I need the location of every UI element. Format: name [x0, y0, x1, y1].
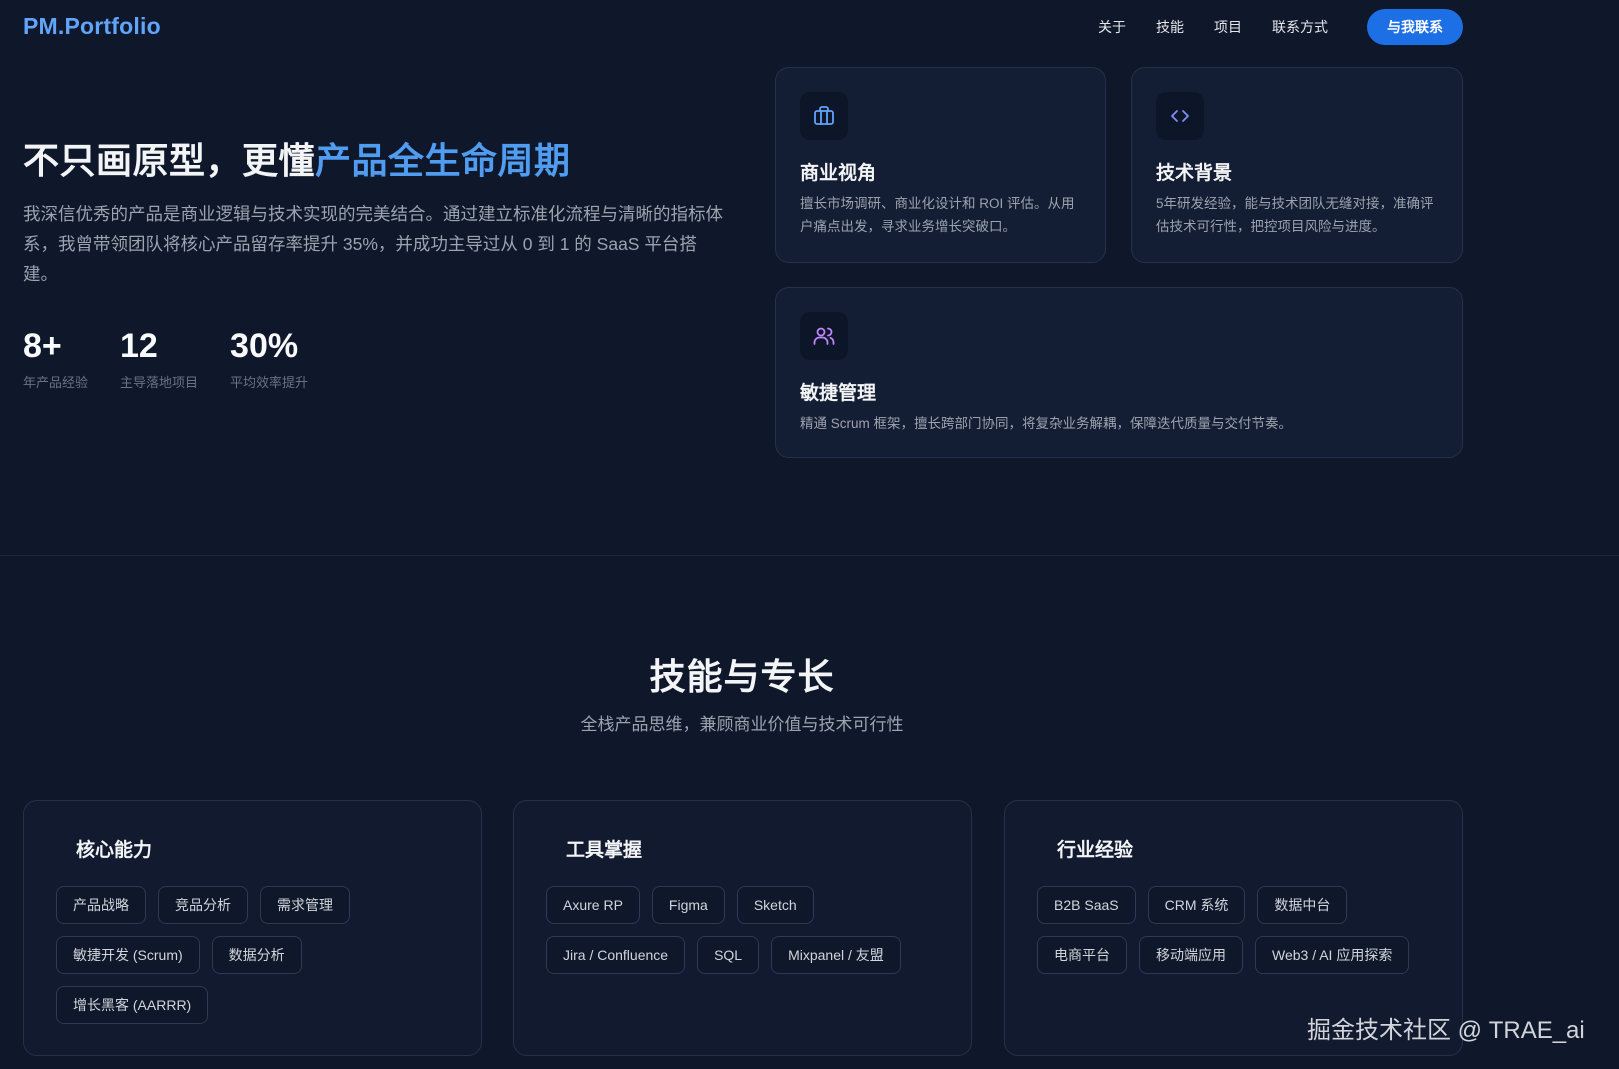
- stat-value: 12: [120, 327, 158, 365]
- nav-link-projects[interactable]: 项目: [1214, 17, 1242, 37]
- feature-card-tech: 技术背景 5年研发经验，能与技术团队无缝对接，准确评估技术可行性，把控项目风险与…: [1131, 67, 1463, 263]
- card-description: 擅长市场调研、商业化设计和 ROI 评估。从用户痛点出发，寻求业务增长突破口。: [800, 196, 1075, 234]
- skill-tag[interactable]: Mixpanel / 友盟: [771, 936, 901, 974]
- nav-link-contact[interactable]: 联系方式: [1272, 17, 1328, 37]
- skill-tag[interactable]: 需求管理: [260, 886, 350, 924]
- hero-title: 不只画原型，更懂产品全生命周期: [23, 132, 571, 184]
- nav-links: 关于 技能 项目 联系方式: [1098, 17, 1358, 37]
- stat-label: 平均效率提升: [230, 375, 309, 390]
- briefcase-icon: [800, 92, 848, 140]
- hero-description: 我深信优秀的产品是商业逻辑与技术实现的完美结合。通过建立标准化流程与清晰的指标体…: [23, 204, 723, 284]
- skill-card-tools: 工具掌握 Axure RP Figma Sketch Jira / Conflu…: [513, 800, 972, 1056]
- skill-tag[interactable]: B2B SaaS: [1037, 886, 1136, 924]
- card-title: 技术背景: [1156, 163, 1233, 184]
- skill-tag[interactable]: 数据中台: [1257, 886, 1348, 924]
- logo[interactable]: PM.Portfolio: [23, 13, 161, 40]
- skill-tag[interactable]: 移动端应用: [1139, 936, 1243, 974]
- stat-projects: 12 主导落地项目: [120, 326, 198, 391]
- skill-card-title: 工具掌握: [566, 840, 643, 861]
- skill-card-core: 核心能力 产品战略 竞品分析 需求管理 敏捷开发 (Scrum) 数据分析 增长…: [23, 800, 482, 1056]
- card-title: 商业视角: [800, 163, 877, 184]
- skill-tag[interactable]: 数据分析: [211, 936, 302, 974]
- stat-value: 8+: [23, 327, 62, 365]
- skill-card-title: 行业经验: [1057, 840, 1134, 861]
- stat-label: 年产品经验: [23, 375, 89, 390]
- nav-link-skills[interactable]: 技能: [1156, 17, 1184, 37]
- stat-experience: 8+ 年产品经验: [23, 326, 88, 391]
- tag-list: Axure RP Figma Sketch Jira / Confluence …: [546, 886, 956, 986]
- card-description: 精通 Scrum 框架，擅长跨部门协同，将复杂业务解耦，保障迭代质量与交付节奏。: [800, 416, 1293, 431]
- stat-efficiency: 30% 平均效率提升: [230, 326, 308, 391]
- watermark: 掘金技术社区 @ TRAE_ai: [1307, 1017, 1585, 1044]
- skill-tag[interactable]: Axure RP: [546, 886, 640, 924]
- stats-row: 8+ 年产品经验 12 主导落地项目 30% 平均效率提升: [23, 326, 340, 391]
- skill-tag[interactable]: 竞品分析: [158, 886, 248, 924]
- users-icon: [800, 312, 848, 360]
- skill-tag[interactable]: Web3 / AI 应用探索: [1255, 936, 1410, 974]
- feature-card-business: 商业视角 擅长市场调研、商业化设计和 ROI 评估。从用户痛点出发，寻求业务增长…: [775, 67, 1106, 263]
- skill-tag[interactable]: Figma: [651, 886, 725, 924]
- hero-title-highlight: 产品全生命周期: [315, 140, 571, 181]
- contact-me-button[interactable]: 与我联系: [1367, 9, 1463, 45]
- card-description: 5年研发经验，能与技术团队无缝对接，准确评估技术可行性，把控项目风险与进度。: [1156, 196, 1434, 234]
- nav-link-about[interactable]: 关于: [1098, 17, 1126, 37]
- skills-section-title: 技能与专长: [649, 656, 835, 697]
- card-title: 敏捷管理: [800, 383, 877, 404]
- skill-tag[interactable]: SQL: [697, 936, 760, 974]
- top-nav: PM.Portfolio 关于 技能 项目 联系方式 与我联系: [0, 0, 1619, 54]
- feature-card-agile: 敏捷管理 精通 Scrum 框架，擅长跨部门协同，将复杂业务解耦，保障迭代质量与…: [775, 287, 1463, 458]
- section-divider: [0, 555, 1619, 556]
- stat-value: 30%: [230, 327, 299, 365]
- tag-list: 产品战略 竞品分析 需求管理 敏捷开发 (Scrum) 数据分析 增长黑客 (A…: [56, 886, 466, 1036]
- skill-card-title: 核心能力: [76, 840, 153, 861]
- skill-tag[interactable]: 电商平台: [1037, 936, 1127, 974]
- skill-tag[interactable]: 产品战略: [56, 886, 146, 924]
- skills-section-subtitle: 全栈产品思维，兼顾商业价值与技术可行性: [580, 715, 904, 734]
- stat-label: 主导落地项目: [120, 375, 199, 390]
- hero-title-plain: 不只画原型，更懂: [23, 140, 316, 181]
- skill-tag[interactable]: Jira / Confluence: [546, 936, 686, 974]
- code-icon: [1156, 92, 1204, 140]
- skill-tag[interactable]: Sketch: [736, 886, 814, 924]
- skill-tag[interactable]: 增长黑客 (AARRR): [56, 986, 209, 1024]
- skill-tag[interactable]: 敏捷开发 (Scrum): [56, 936, 200, 974]
- tag-list: B2B SaaS CRM 系统 数据中台 电商平台 移动端应用 Web3 / A…: [1037, 886, 1447, 986]
- skill-tag[interactable]: CRM 系统: [1147, 886, 1246, 924]
